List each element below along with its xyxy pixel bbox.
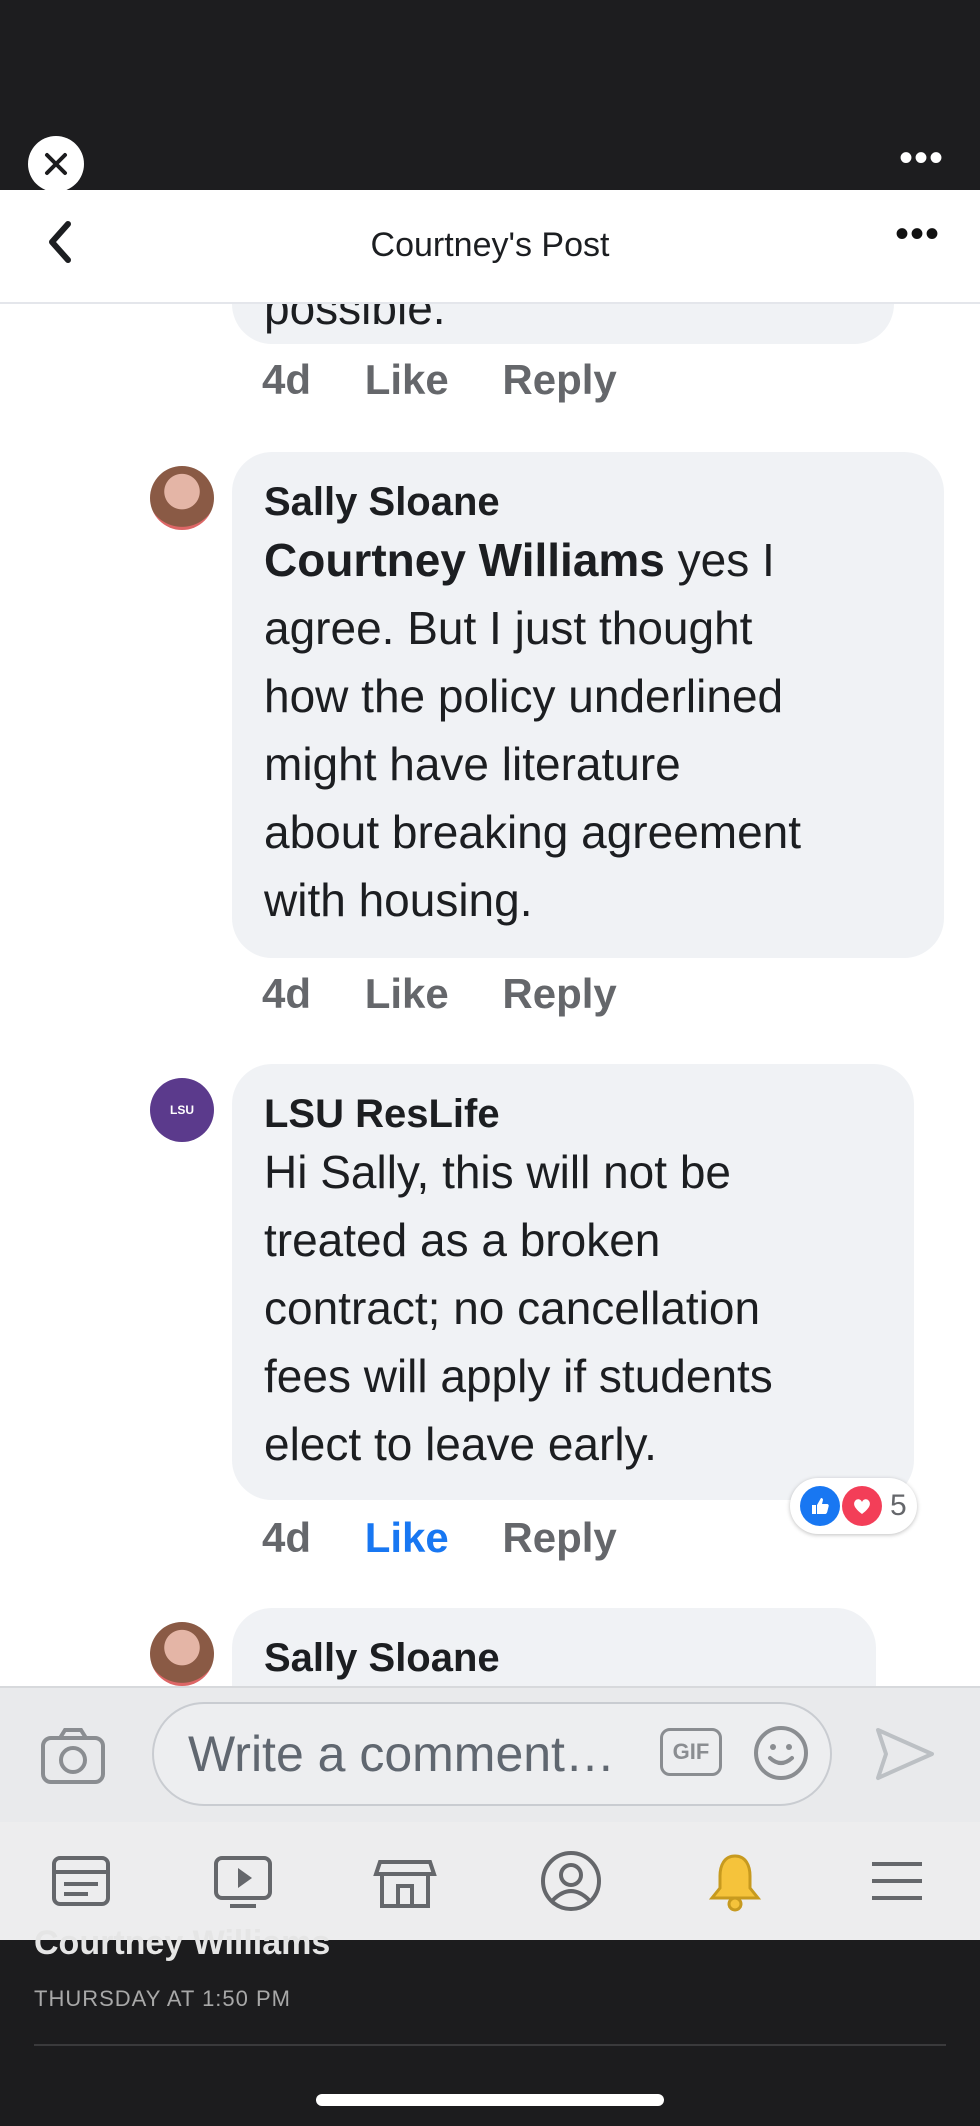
- avatar[interactable]: [150, 466, 214, 530]
- home-indicator[interactable]: [316, 2094, 664, 2106]
- comment-text: Hi Sally, this will not be treated as a …: [264, 1138, 882, 1478]
- reply-button[interactable]: Reply: [502, 356, 616, 403]
- smiley-icon: [754, 1726, 808, 1780]
- like-button[interactable]: Like: [365, 1514, 449, 1561]
- avatar-label: LSU: [170, 1103, 194, 1117]
- page-title: Courtney's Post: [370, 226, 610, 264]
- comment-text-line: how the policy underlined: [264, 670, 784, 722]
- like-reaction-icon: [800, 1486, 840, 1526]
- avatar[interactable]: [150, 1622, 214, 1686]
- post-options-icon[interactable]: •••: [895, 212, 940, 257]
- mention-link[interactable]: Courtney Williams: [264, 534, 665, 586]
- camera-button[interactable]: [38, 1724, 108, 1788]
- comment-text-line: fees will apply if students: [264, 1350, 773, 1402]
- comment-text-line: with housing.: [264, 874, 533, 926]
- like-button[interactable]: Like: [365, 970, 449, 1017]
- comment-author[interactable]: LSU ResLife: [264, 1090, 882, 1138]
- marketplace-icon: [373, 1860, 437, 1908]
- gif-icon[interactable]: GIF: [660, 1728, 722, 1776]
- top-bar: •••: [0, 0, 980, 192]
- tab-notifications[interactable]: [702, 1848, 768, 1914]
- send-button[interactable]: [872, 1722, 938, 1786]
- comment-text: Courtney Williams yes I agree. But I jus…: [264, 526, 912, 934]
- menu-icon: [872, 1862, 922, 1900]
- comment-bubble: possible.: [232, 304, 894, 344]
- comment-text-line: might have literature: [264, 738, 681, 790]
- reply-button[interactable]: Reply: [502, 970, 616, 1017]
- comment-bubble: Sally Sloane Courtney Williams yes I agr…: [232, 452, 944, 958]
- send-icon: [876, 1728, 934, 1780]
- comment-feed: possible. 4d Like Reply Sally Sloane Cou…: [0, 304, 980, 1686]
- comment-text-line: contract; no cancellation: [264, 1282, 761, 1334]
- divider: [34, 2044, 946, 2046]
- love-reaction-icon: [842, 1486, 882, 1526]
- tab-menu[interactable]: [864, 1848, 930, 1914]
- video-icon: [214, 1856, 272, 1908]
- comment-composer: Write a comment… GIF: [0, 1686, 980, 1824]
- tab-news-feed[interactable]: [48, 1848, 114, 1914]
- comment-text: possible.: [264, 304, 446, 334]
- comment-text-line: Hi Sally, this will not be: [264, 1146, 731, 1198]
- more-options-icon[interactable]: •••: [899, 138, 944, 178]
- bottom-tab-bar: [0, 1822, 980, 1940]
- comment-text-line: agree. But I just thought: [264, 602, 753, 654]
- emoji-button[interactable]: [752, 1724, 810, 1782]
- bell-icon: [708, 1854, 762, 1912]
- comment-actions: 4d Like Reply: [262, 1514, 659, 1562]
- comment-bubble: LSU ResLife Hi Sally, this will not be t…: [232, 1064, 914, 1500]
- reaction-count: 5: [890, 1489, 907, 1522]
- avatar[interactable]: LSU: [150, 1078, 214, 1142]
- comment-input[interactable]: Write a comment…: [152, 1702, 832, 1806]
- tab-profile[interactable]: [538, 1848, 604, 1914]
- news-feed-icon: [52, 1856, 110, 1906]
- comment-time: 4d: [262, 970, 312, 1017]
- comment-actions: 4d Like Reply: [262, 356, 659, 404]
- reaction-summary[interactable]: 5: [790, 1478, 917, 1534]
- tab-marketplace[interactable]: [372, 1848, 438, 1914]
- comment-text-line: about breaking agreement: [264, 806, 802, 858]
- close-button[interactable]: [28, 136, 84, 192]
- tab-watch[interactable]: [210, 1848, 276, 1914]
- comment-time: 4d: [262, 1514, 312, 1561]
- comment-author[interactable]: Sally Sloane: [264, 1634, 844, 1682]
- author-name[interactable]: Courtney Williams: [34, 1924, 330, 1963]
- reply-button[interactable]: Reply: [502, 1514, 616, 1561]
- like-button[interactable]: Like: [365, 356, 449, 403]
- comment-text-line: yes I: [677, 534, 775, 586]
- comment-bubble: Sally Sloane: [232, 1608, 876, 1686]
- profile-icon: [541, 1851, 601, 1911]
- camera-icon: [41, 1728, 105, 1784]
- comment-text-line: treated as a broken: [264, 1214, 661, 1266]
- comment-author[interactable]: Sally Sloane: [264, 478, 912, 526]
- comment-time: 4d: [262, 356, 312, 403]
- comment-actions: 4d Like Reply: [262, 970, 659, 1018]
- close-icon: [45, 153, 67, 175]
- post-timestamp: THURSDAY AT 1:50 PM: [34, 1986, 292, 2011]
- comment-text-line: elect to leave early.: [264, 1418, 657, 1470]
- post-header: Courtney's Post •••: [0, 190, 980, 304]
